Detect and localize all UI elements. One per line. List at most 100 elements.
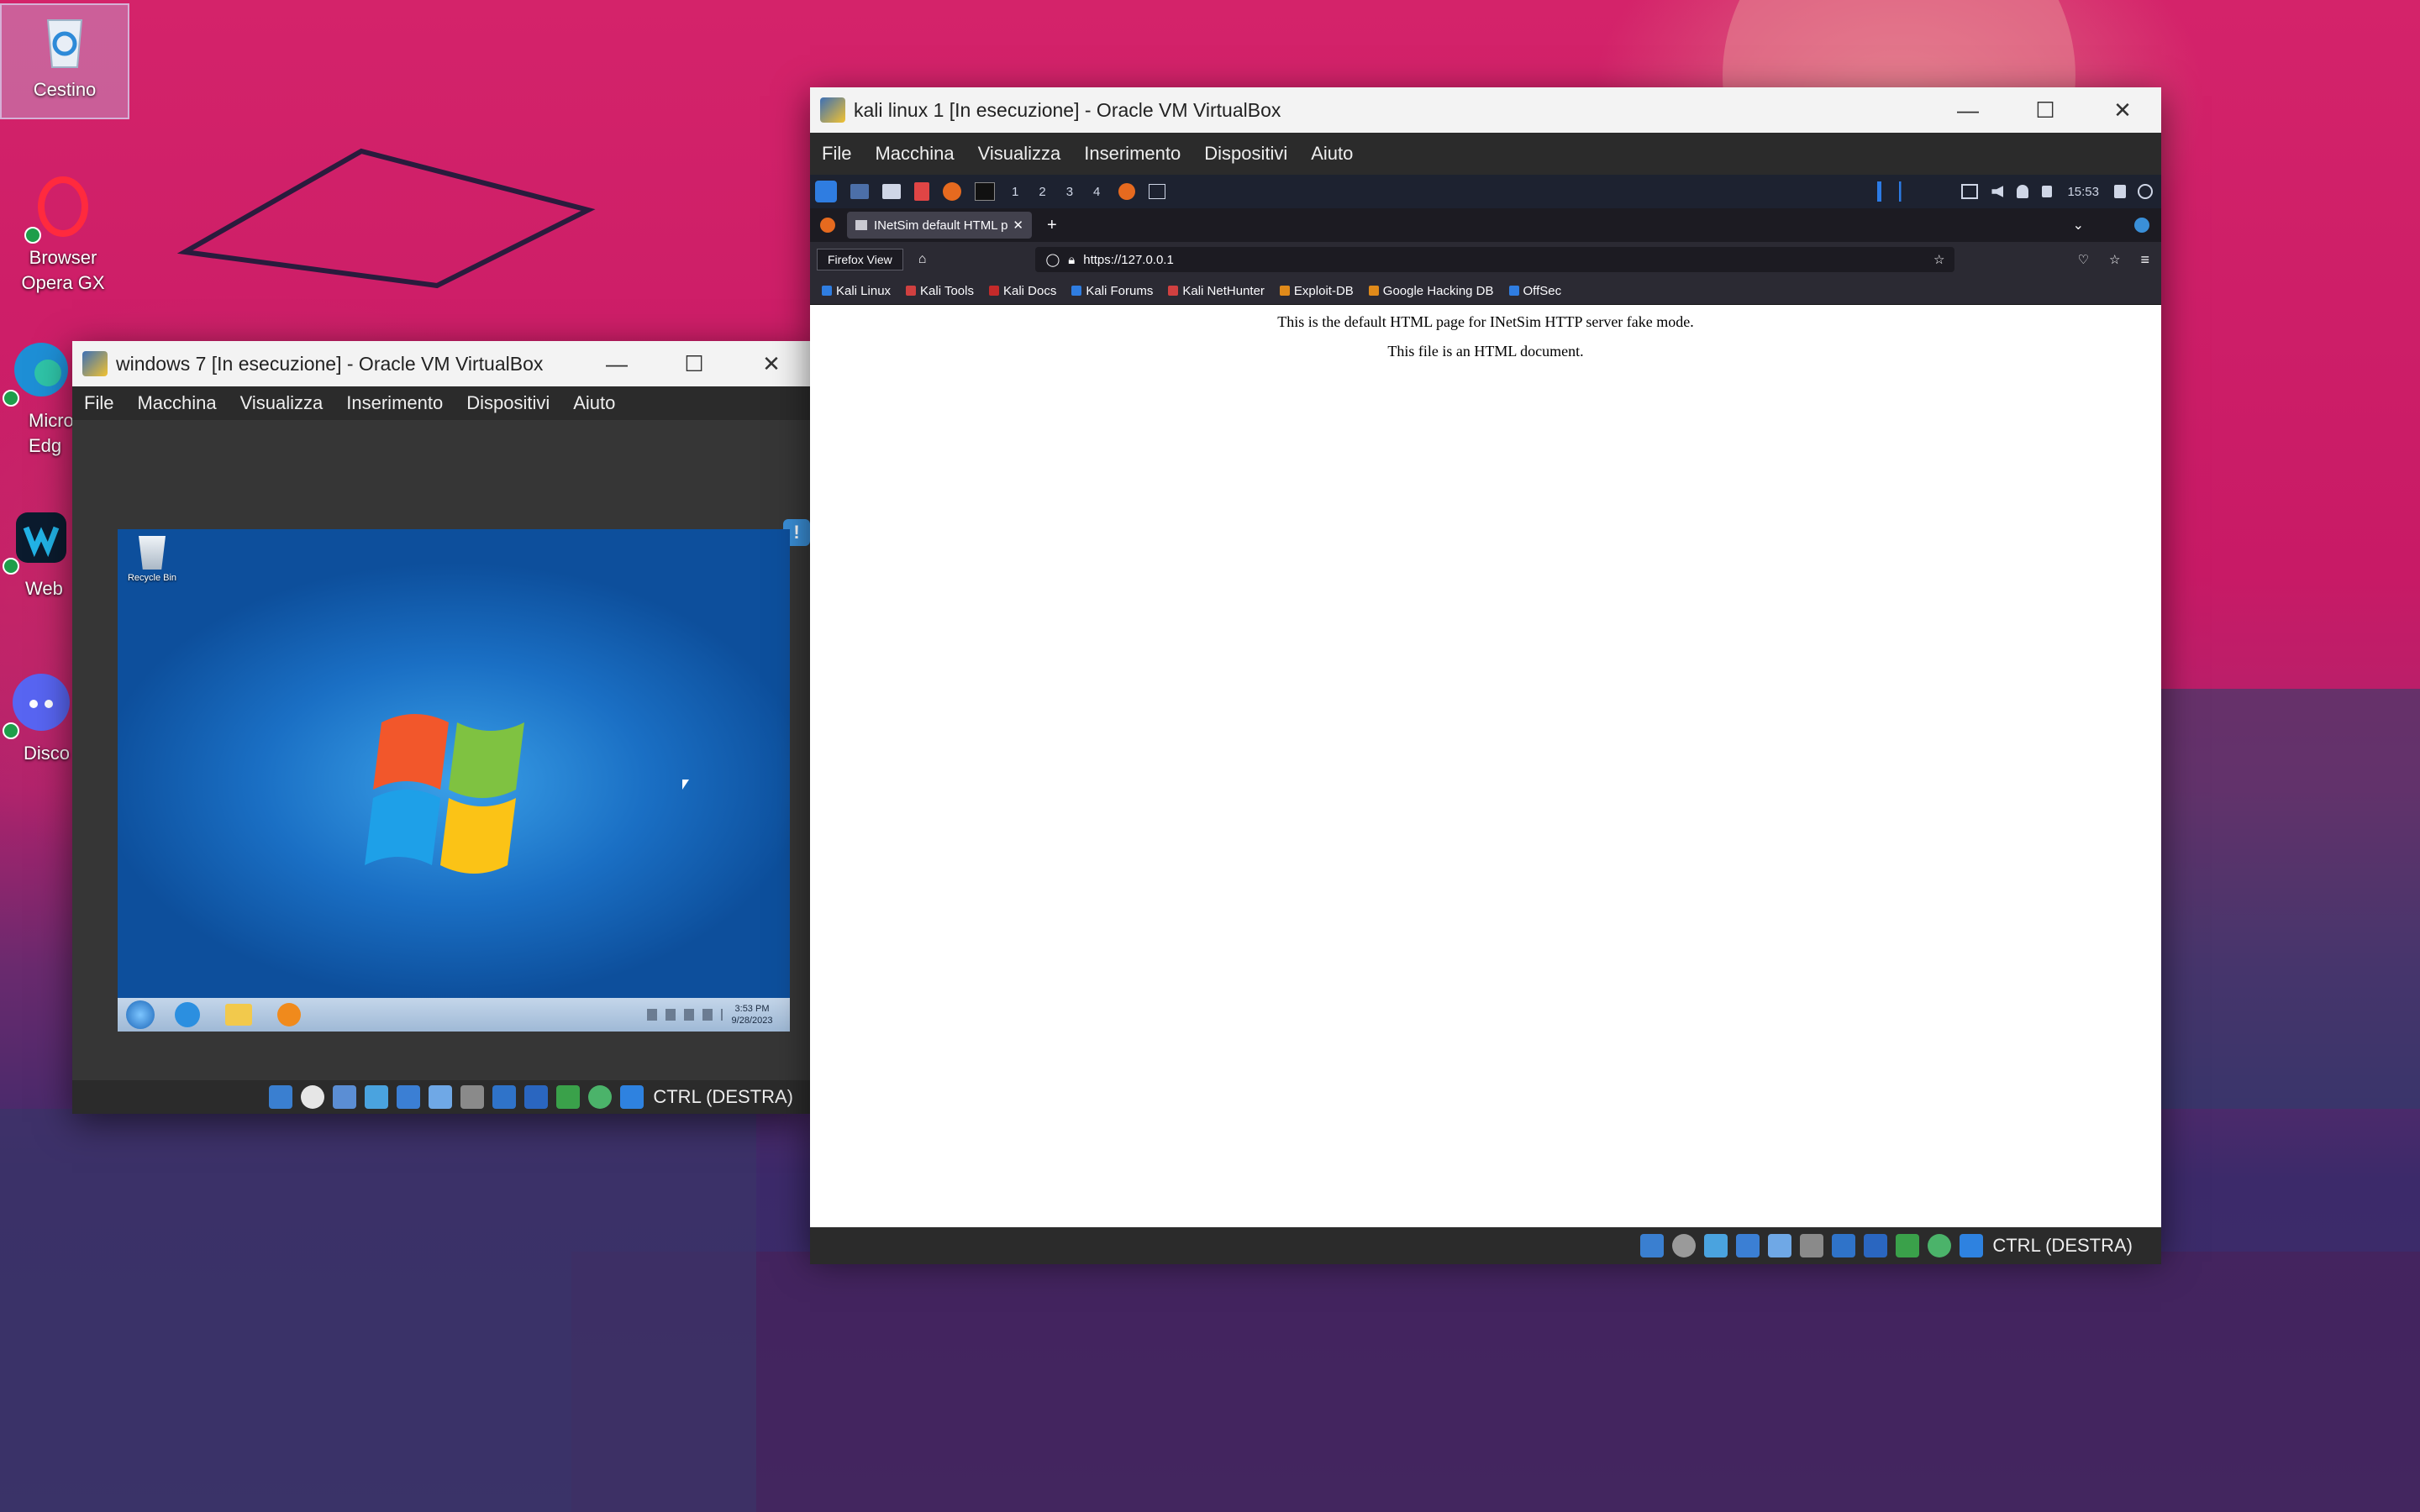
new-tab-button[interactable]: + bbox=[1047, 216, 1057, 235]
cpu-icon[interactable] bbox=[556, 1085, 581, 1109]
lock-status-icon[interactable] bbox=[2042, 186, 2053, 197]
win7-taskbar: 3:53 PM 9/28/2023 bbox=[118, 998, 790, 1032]
shield-icon[interactable]: ◯ bbox=[1045, 252, 1060, 267]
shared-folder-icon[interactable] bbox=[460, 1085, 485, 1109]
workspace-2[interactable]: 2 bbox=[1039, 185, 1045, 199]
bookmark-star-icon[interactable]: ☆ bbox=[1933, 252, 1944, 267]
video-capture-icon[interactable] bbox=[524, 1085, 549, 1109]
shared-folder-icon[interactable] bbox=[1800, 1234, 1824, 1257]
url-text: https://127.0.0.1 bbox=[1083, 252, 1174, 267]
menu-file[interactable]: File bbox=[810, 143, 863, 165]
notification-icon[interactable] bbox=[2134, 218, 2149, 233]
optical-drive-icon[interactable] bbox=[1672, 1234, 1697, 1257]
optical-drive-icon[interactable] bbox=[301, 1085, 325, 1109]
cpu-icon[interactable] bbox=[1896, 1234, 1920, 1257]
menu-inserimento[interactable]: Inserimento bbox=[1072, 143, 1192, 165]
tray-icons[interactable] bbox=[647, 1009, 723, 1021]
notifications-icon[interactable] bbox=[2017, 185, 2029, 198]
pocket-icon[interactable]: ♡ bbox=[2078, 252, 2089, 267]
kali-clock[interactable]: 15:53 bbox=[2067, 185, 2099, 199]
text-editor-icon[interactable] bbox=[914, 182, 929, 201]
bookmark-kali-forums[interactable]: Kali Forums bbox=[1071, 284, 1153, 298]
kali-vbox-window: kali linux 1 [In esecuzione] - Oracle VM… bbox=[810, 87, 2161, 1264]
power-icon[interactable] bbox=[2138, 184, 2153, 199]
menu-aiuto[interactable]: Aiuto bbox=[561, 392, 627, 414]
bookmark-kali-tools[interactable]: Kali Tools bbox=[906, 284, 974, 298]
maximize-button[interactable]: ☐ bbox=[2007, 87, 2084, 133]
bookmark-kali-nethunter[interactable]: Kali NetHunter bbox=[1168, 284, 1265, 298]
menu-inserimento[interactable]: Inserimento bbox=[334, 392, 455, 414]
close-button[interactable]: ✕ bbox=[733, 341, 810, 386]
menu-visualizza[interactable]: Visualizza bbox=[229, 392, 335, 414]
explorer-taskbar-icon[interactable] bbox=[225, 1004, 252, 1026]
home-icon[interactable]: ⌂ bbox=[918, 252, 927, 267]
win7-guest-screen[interactable]: Recycle Bin 3:53 PM 9/28/2023 bbox=[118, 529, 790, 1032]
display-icon[interactable] bbox=[1832, 1234, 1856, 1257]
desktop-icon-opera-gx[interactable]: Browser Opera GX bbox=[0, 173, 126, 296]
workspace-4[interactable]: 4 bbox=[1093, 185, 1100, 199]
close-button[interactable]: ✕ bbox=[2084, 87, 2161, 133]
menu-visualizza[interactable]: Visualizza bbox=[966, 143, 1073, 165]
video-capture-icon[interactable] bbox=[1864, 1234, 1888, 1257]
bookmark-kali-docs[interactable]: Kali Docs bbox=[988, 284, 1056, 298]
usb-icon[interactable] bbox=[1768, 1234, 1792, 1257]
desktop-icon-label: Browser Opera GX bbox=[21, 247, 105, 293]
firefox-task-icon[interactable] bbox=[1118, 183, 1136, 200]
list-all-tabs-icon[interactable]: ⌄ bbox=[2073, 217, 2084, 234]
lock-icon[interactable]: 🔒︎ bbox=[1068, 253, 1075, 267]
keyboard-capture-icon[interactable] bbox=[1960, 1234, 1984, 1257]
firefox-launcher-icon[interactable] bbox=[943, 182, 961, 201]
file-manager-icon[interactable] bbox=[882, 184, 901, 199]
kali-titlebar[interactable]: kali linux 1 [In esecuzione] - Oracle VM… bbox=[810, 87, 2161, 133]
workspace-3[interactable]: 3 bbox=[1066, 185, 1073, 199]
menu-macchina[interactable]: Macchina bbox=[863, 143, 965, 165]
volume-icon[interactable] bbox=[1991, 186, 2004, 197]
desktop-icon-cestino[interactable]: Cestino bbox=[0, 3, 129, 119]
tab-close-icon[interactable]: ✕ bbox=[1013, 218, 1023, 233]
menu-dispositivi[interactable]: Dispositivi bbox=[455, 392, 561, 414]
minimize-button[interactable]: — bbox=[578, 341, 655, 386]
guest-recycle-bin[interactable]: Recycle Bin bbox=[123, 536, 182, 583]
mouse-integration-icon[interactable] bbox=[1928, 1234, 1952, 1257]
terminal-task-icon[interactable] bbox=[1149, 184, 1166, 199]
network-icon[interactable] bbox=[1736, 1234, 1760, 1257]
bookmark-google-hacking-db[interactable]: Google Hacking DB bbox=[1368, 284, 1494, 298]
audio-icon[interactable] bbox=[365, 1085, 389, 1109]
network-icon[interactable] bbox=[397, 1085, 421, 1109]
menu-file[interactable]: File bbox=[72, 392, 125, 414]
display-icon[interactable] bbox=[492, 1085, 517, 1109]
start-button[interactable] bbox=[126, 1000, 155, 1029]
host-key-label: CTRL (DESTRA) bbox=[653, 1086, 793, 1107]
menu-macchina[interactable]: Macchina bbox=[125, 392, 228, 414]
ie-taskbar-icon[interactable] bbox=[175, 1002, 200, 1027]
audio-icon[interactable] bbox=[1704, 1234, 1728, 1257]
network-status-icon[interactable] bbox=[1961, 184, 1979, 199]
win7-titlebar[interactable]: windows 7 [In esecuzione] - Oracle VM Vi… bbox=[72, 341, 810, 386]
bookmark-exploit-db[interactable]: Exploit-DB bbox=[1279, 284, 1354, 298]
tab-inetsim[interactable]: INetSim default HTML pa ✕ bbox=[847, 212, 1032, 239]
minimize-button[interactable]: — bbox=[1929, 87, 2007, 133]
kali-menu-icon[interactable] bbox=[815, 181, 837, 202]
keyboard-capture-icon[interactable] bbox=[620, 1085, 644, 1109]
guest-clock[interactable]: 3:53 PM 9/28/2023 bbox=[723, 1003, 781, 1026]
maximize-button[interactable]: ☐ bbox=[655, 341, 733, 386]
bookmark-kali-linux[interactable]: Kali Linux bbox=[822, 284, 891, 298]
workspace-1[interactable]: 1 bbox=[1012, 185, 1018, 199]
floppy-icon[interactable] bbox=[333, 1085, 357, 1109]
url-bar[interactable]: ◯ 🔒︎ https://127.0.0.1 ☆ bbox=[1035, 247, 1955, 272]
hard-disk-icon[interactable] bbox=[269, 1085, 293, 1109]
usb-icon[interactable] bbox=[429, 1085, 453, 1109]
hard-disk-icon[interactable] bbox=[1640, 1234, 1665, 1257]
terminal-icon[interactable] bbox=[975, 182, 995, 201]
menu-aiuto[interactable]: Aiuto bbox=[1299, 143, 1365, 165]
menu-dispositivi[interactable]: Dispositivi bbox=[1192, 143, 1299, 165]
lock-screen-icon[interactable] bbox=[2114, 185, 2126, 198]
show-desktop-icon[interactable] bbox=[850, 184, 869, 199]
mouse-integration-icon[interactable] bbox=[588, 1085, 613, 1109]
media-player-taskbar-icon[interactable] bbox=[277, 1003, 301, 1026]
firefox-view-button[interactable] bbox=[820, 218, 835, 233]
mouse-cursor-icon bbox=[682, 780, 689, 790]
bookmark-offsec[interactable]: OffSec bbox=[1508, 284, 1561, 298]
extensions-icon[interactable]: ☆ bbox=[2109, 252, 2120, 267]
app-menu-icon[interactable]: ≡ bbox=[2140, 251, 2149, 269]
